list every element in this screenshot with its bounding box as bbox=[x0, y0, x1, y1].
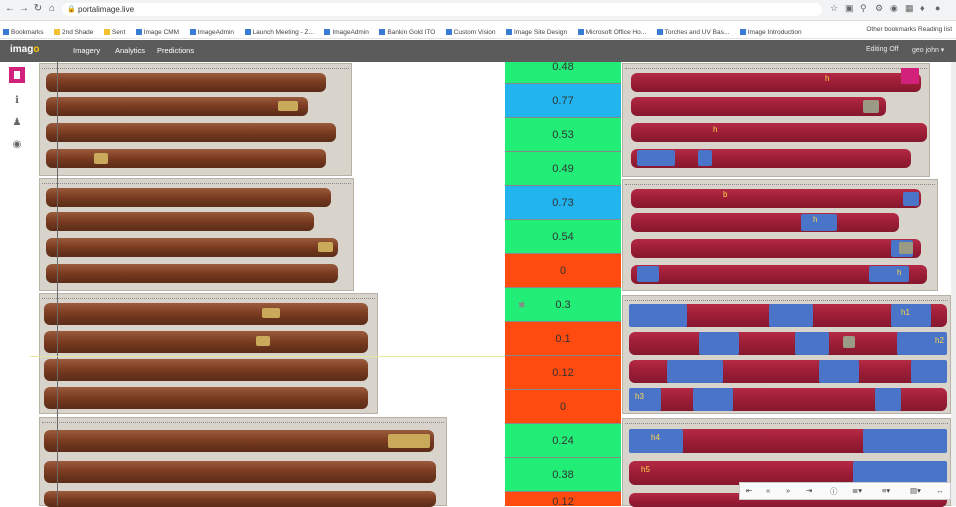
score-cell[interactable]: 0.77 bbox=[505, 84, 621, 118]
other-bookmarks[interactable]: Other bookmarks Reading list bbox=[862, 21, 952, 38]
first-page-icon[interactable]: ⇤ bbox=[746, 486, 752, 495]
segment-tag: h4 bbox=[651, 433, 660, 442]
core-tray[interactable] bbox=[39, 417, 447, 507]
bookmark-item[interactable]: Custom Vision bbox=[445, 24, 496, 38]
extension-icon[interactable]: ⚲ bbox=[860, 3, 867, 14]
next-icon[interactable]: » bbox=[786, 486, 790, 495]
depth-guide-line bbox=[57, 62, 58, 506]
last-page-icon[interactable]: ⇥ bbox=[806, 486, 812, 495]
score-cell[interactable]: 0.53 bbox=[505, 118, 621, 152]
core-tray[interactable] bbox=[39, 178, 354, 291]
app-navbar: imago Imagery Analytics Predictions Edit… bbox=[0, 40, 956, 62]
bookmark-item[interactable]: Launch Meeting - Z... bbox=[244, 24, 314, 38]
extension-icon[interactable]: ⚙ bbox=[875, 3, 883, 14]
reload-icon[interactable]: ↻ bbox=[32, 3, 44, 14]
core-tray[interactable] bbox=[39, 293, 378, 414]
star-icon[interactable]: ☆ bbox=[830, 3, 838, 14]
score-cell[interactable]: 0.24 bbox=[505, 424, 621, 458]
profile-icon[interactable]: ● bbox=[935, 3, 940, 13]
segment-tag: h bbox=[897, 268, 902, 277]
puzzle-icon[interactable]: ♦ bbox=[920, 3, 925, 13]
segment-tag: h bbox=[713, 125, 718, 134]
previous-icon[interactable]: « bbox=[766, 486, 770, 495]
info-icon[interactable]: ⓘ bbox=[830, 486, 838, 497]
nav-predictions[interactable]: Predictions bbox=[157, 46, 194, 55]
scrollbar[interactable] bbox=[951, 62, 956, 506]
score-cell[interactable]: 0.49 bbox=[505, 152, 621, 186]
palette-icon[interactable]: ◉ bbox=[9, 137, 25, 153]
score-cell[interactable]: 0.12 bbox=[505, 492, 621, 506]
nav-imagery[interactable]: Imagery bbox=[73, 46, 100, 55]
view-dropdown-icon[interactable]: ▤▾ bbox=[910, 486, 921, 495]
segment-tag: h2 bbox=[935, 336, 944, 345]
bookmark-item[interactable]: Microsoft Office Ho... bbox=[577, 24, 646, 38]
address-bar[interactable]: 🔒 portalimage.live bbox=[62, 3, 822, 16]
list-dropdown-icon[interactable]: ≡▾ bbox=[882, 486, 890, 495]
bookmark-item[interactable]: ImageAdmin bbox=[324, 24, 369, 38]
segment-tag: b bbox=[723, 190, 728, 199]
cursor-line bbox=[30, 356, 506, 357]
segment-tag: h5 bbox=[641, 465, 650, 474]
score-cell[interactable]: 0.54 bbox=[505, 220, 621, 254]
info-icon[interactable]: ℹ bbox=[9, 93, 25, 109]
bookmark-item[interactable]: 2nd Shade bbox=[53, 24, 93, 38]
editing-toggle[interactable]: Editing Off bbox=[866, 46, 899, 53]
layers-dropdown-icon[interactable]: ≣▾ bbox=[852, 486, 862, 495]
home-icon[interactable]: ⌂ bbox=[46, 3, 58, 14]
extension-icon[interactable]: ▣ bbox=[845, 3, 854, 14]
score-cell[interactable]: 0.48 bbox=[505, 62, 621, 84]
expand-icon[interactable]: ↔ bbox=[936, 486, 944, 495]
back-icon[interactable]: ← bbox=[4, 3, 16, 14]
bookmark-item[interactable]: Torches and UV Bas... bbox=[656, 24, 729, 38]
score-cell[interactable]: 0 bbox=[505, 390, 621, 424]
user-settings-icon[interactable]: ♟ bbox=[9, 115, 25, 131]
bookmark-item[interactable]: Sent bbox=[103, 24, 125, 38]
segment-tag: h bbox=[825, 74, 830, 83]
score-cell[interactable]: 0.12 bbox=[505, 356, 621, 390]
score-cell[interactable]: 0.73 bbox=[505, 186, 621, 220]
prediction-tray[interactable]: h1 h2 h3 bbox=[622, 295, 951, 414]
core-tray[interactable] bbox=[39, 63, 352, 176]
select-tool-icon[interactable] bbox=[9, 67, 25, 83]
forward-icon[interactable]: → bbox=[18, 3, 30, 14]
segment-tag: h3 bbox=[635, 392, 644, 401]
viewer-toolbar: ⇤ « » ⇥ ⓘ ≣▾ ≡▾ ▤▾ ↔ bbox=[739, 482, 951, 500]
bookmark-item[interactable]: Image Introduction bbox=[739, 24, 802, 38]
score-cell[interactable]: 0 bbox=[505, 254, 621, 288]
prediction-tray[interactable]: b h h bbox=[622, 179, 938, 291]
score-cell[interactable]: 0.1 bbox=[505, 322, 621, 356]
extension-icon[interactable]: ▦ bbox=[905, 3, 914, 14]
user-menu[interactable]: geo john ▾ bbox=[912, 46, 944, 54]
app-logo[interactable]: imago bbox=[10, 44, 39, 55]
bookmark-item[interactable]: ImageAdmin bbox=[189, 24, 234, 38]
browser-toolbar: ← → ↻ ⌂ 🔒 portalimage.live ☆ ▣ ⚲ ⚙ ◉ ▦ ♦… bbox=[0, 0, 956, 21]
flag-icon[interactable]: ✱ bbox=[518, 300, 526, 311]
segment-tag: h1 bbox=[901, 308, 910, 317]
extension-icon[interactable]: ◉ bbox=[890, 3, 898, 14]
bookmarks-bar: Bookmarks 2nd Shade Sent Image CMM Image… bbox=[0, 21, 956, 39]
segment-tag: h bbox=[813, 215, 818, 224]
url-text: portalimage.live bbox=[78, 5, 135, 14]
prediction-tray[interactable]: h h bbox=[622, 63, 930, 177]
nav-analytics[interactable]: Analytics bbox=[115, 46, 145, 55]
bookmark-item[interactable]: Image Site Design bbox=[505, 24, 567, 38]
score-cell[interactable]: 0.38 bbox=[505, 458, 621, 492]
bookmark-item[interactable]: Bankin Gold ITO bbox=[379, 24, 435, 38]
lock-icon: 🔒 bbox=[67, 6, 76, 13]
bookmark-item[interactable]: Image CMM bbox=[135, 24, 179, 38]
layer-toggle-button[interactable] bbox=[901, 68, 919, 84]
bookmark-item[interactable]: Bookmarks bbox=[3, 24, 44, 38]
